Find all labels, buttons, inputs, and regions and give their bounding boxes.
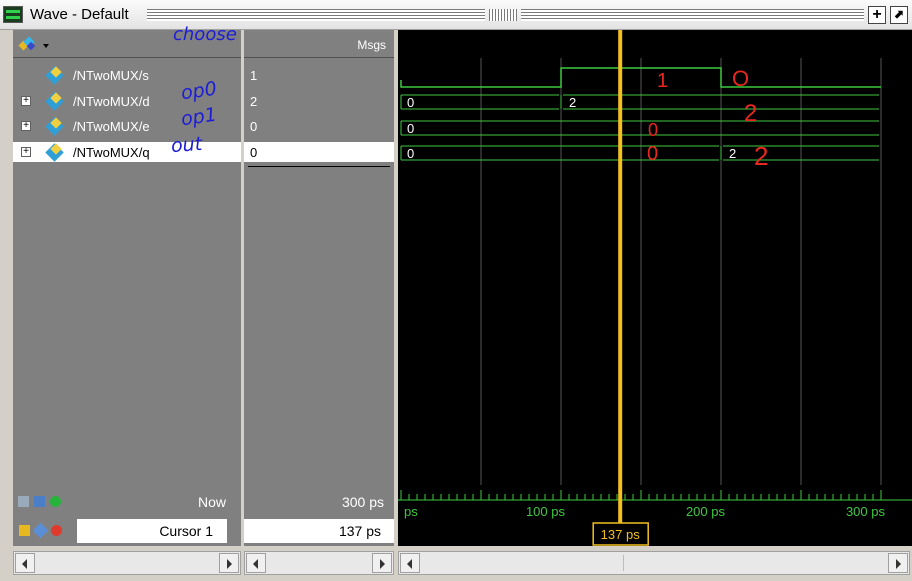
bus-value-label: 2: [569, 95, 576, 110]
wave-hscrollbar[interactable]: [398, 551, 910, 575]
handwritten-annotation: choose: [173, 24, 237, 45]
cursor-name-field[interactable]: Cursor 1: [77, 519, 227, 543]
ruler-tick-label: 200 ps: [686, 504, 726, 519]
cursor-value-field[interactable]: 137 ps: [244, 519, 394, 543]
arrow-right-icon: [896, 559, 901, 569]
wave-window-icon: [3, 6, 23, 23]
waveform-canvas[interactable]: 0 2 0 0 2 1 O 2 0 0 2: [398, 30, 912, 485]
title-bar[interactable]: Wave - Default + ⬈: [0, 0, 912, 30]
signal-value-row[interactable]: 0: [244, 116, 394, 136]
now-value-row: 300 ps: [244, 485, 394, 517]
scroll-right-button[interactable]: [219, 553, 239, 573]
signal-value-row[interactable]: 1: [244, 65, 394, 85]
scroll-cursor-marker: [623, 555, 624, 571]
signal-icon: [45, 117, 64, 136]
signal-name: /NTwoMUX/s: [73, 68, 149, 83]
arrow-left-icon: [253, 559, 258, 569]
scroll-left-button[interactable]: [15, 553, 35, 573]
cursor-add-icon[interactable]: [34, 496, 45, 507]
handwritten-annotation: 1: [657, 70, 668, 92]
signal-name: /NTwoMUX/d: [73, 94, 150, 109]
dock-button[interactable]: +: [868, 6, 886, 24]
values-header: Msgs: [244, 30, 394, 58]
timeline-values-pane: 300 ps 137 ps: [244, 485, 394, 546]
row-divider: [248, 166, 390, 167]
signal-value: 0: [250, 119, 258, 134]
scroll-left-button[interactable]: [400, 553, 420, 573]
zoom-icon[interactable]: [18, 496, 29, 507]
now-label: Now: [197, 494, 226, 510]
signal-row[interactable]: + /NTwoMUX/q: [13, 142, 241, 162]
bus-value-label: 0: [407, 121, 414, 136]
cursor-value: 137 ps: [338, 523, 381, 539]
signal-name: /NTwoMUX/e: [73, 119, 150, 134]
signal-names-pane[interactable]: /NTwoMUX/s + /NTwoMUX/d + /NTwoMUX/e + /NTwoMU…: [13, 24, 241, 485]
waveform-pane[interactable]: 0 2 0 0 2 1 O 2 0 0 2: [398, 30, 912, 485]
arrow-right-icon: [227, 559, 232, 569]
signal-name: /NTwoMUX/q: [73, 145, 150, 160]
undock-button[interactable]: ⬈: [890, 6, 908, 24]
wave-icon[interactable]: [18, 36, 36, 51]
signal-value: 1: [250, 68, 258, 83]
time-ruler[interactable]: ps 100 ps 200 ps 300 ps 137 ps: [398, 485, 912, 546]
handwritten-annotation: 2: [744, 100, 757, 127]
signal-values-pane[interactable]: Msgs 1 2 0 0: [244, 30, 394, 485]
names-hscrollbar[interactable]: [13, 551, 241, 575]
cursor-badge[interactable]: 137 ps: [601, 527, 641, 542]
ruler-tick-label: 300 ps: [846, 504, 886, 519]
remove-cursor-icon[interactable]: [51, 525, 62, 536]
drag-grip-left[interactable]: [147, 9, 485, 21]
values-hscrollbar[interactable]: [244, 551, 394, 575]
arrow-left-icon: [22, 559, 27, 569]
bus-value-label: 0: [407, 95, 414, 110]
scroll-left-button[interactable]: [246, 553, 266, 573]
timeline-labels-pane: Now Cursor 1: [13, 485, 241, 546]
scroll-right-button[interactable]: [372, 553, 392, 573]
chevron-down-icon[interactable]: [43, 44, 49, 48]
drag-grip-handle[interactable]: [489, 9, 517, 21]
signal-icon: [45, 66, 64, 85]
cursor-row[interactable]: Cursor 1: [13, 519, 241, 543]
signal-icon: [45, 143, 64, 162]
handwritten-annotation: 0: [647, 143, 658, 165]
handwritten-annotation: out: [170, 132, 203, 158]
signal-value-row[interactable]: 0: [244, 142, 394, 162]
scroll-right-button[interactable]: [888, 553, 908, 573]
expand-toggle-icon[interactable]: +: [21, 147, 31, 157]
ruler-tick-label: ps: [404, 504, 418, 519]
handwritten-annotation: O: [732, 66, 749, 91]
signal-value: 0: [250, 145, 258, 160]
lock-icon[interactable]: [19, 525, 30, 536]
cursor-value-row[interactable]: 137 ps: [244, 519, 394, 543]
handwritten-annotation: 0: [648, 120, 658, 140]
ruler-tick-label: 100 ps: [526, 504, 566, 519]
now-row: Now: [13, 485, 241, 517]
wrench-icon[interactable]: [32, 522, 49, 539]
window-title: Wave - Default: [30, 6, 129, 23]
arrow-left-icon: [407, 559, 412, 569]
bus-value-label: 0: [407, 146, 414, 161]
signal-icon: [45, 92, 64, 111]
msgs-header: Msgs: [357, 38, 386, 52]
cursor-name: Cursor 1: [159, 523, 213, 539]
bus-value-label: 2: [729, 146, 736, 161]
add-cursor-icon[interactable]: [50, 496, 61, 507]
expand-toggle-icon[interactable]: +: [21, 121, 31, 131]
arrow-right-icon: [380, 559, 385, 569]
signal-value: 2: [250, 94, 258, 109]
expand-toggle-icon[interactable]: +: [21, 96, 31, 106]
signal-value-row[interactable]: 2: [244, 91, 394, 111]
now-value: 300 ps: [341, 494, 384, 510]
handwritten-annotation: 2: [754, 141, 768, 171]
drag-grip-right[interactable]: [521, 9, 864, 21]
time-ruler-canvas[interactable]: ps 100 ps 200 ps 300 ps 137 ps: [398, 485, 912, 546]
